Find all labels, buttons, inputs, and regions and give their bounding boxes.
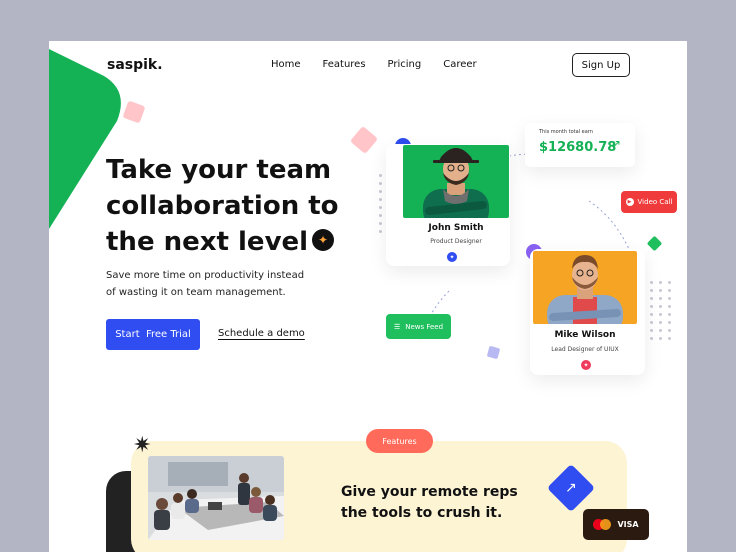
features-title: Give your remote reps the tools to crush… (341, 484, 518, 521)
hero-title-line-3: the next level ✦ (106, 224, 346, 260)
arrow-up-right-icon: ↗ (610, 137, 621, 151)
hero-title-line-2: collaboration to (106, 191, 339, 221)
pink-diamond-decoration (349, 125, 379, 155)
mastercard-icon (593, 519, 612, 530)
person-avatar-john (423, 148, 489, 229)
news-feed-button[interactable]: ☰ News Feed (386, 314, 451, 339)
profile-role-mike: Lead Designer of UIUX (551, 346, 619, 353)
video-call-label: Video Call (637, 198, 673, 206)
signup-button[interactable]: Sign Up (572, 53, 630, 77)
earnings-widget: This month total earn $12680.78 ↗ (525, 123, 635, 167)
payment-card-badge: VISA (583, 509, 649, 540)
profile-photo-john (403, 145, 509, 229)
video-call-button[interactable]: ▶ Video Call (621, 191, 677, 213)
news-feed-label: News Feed (405, 322, 444, 331)
sparkle-star-icon: ✷ (133, 433, 152, 458)
nav-career[interactable]: Career (443, 59, 476, 70)
hero-subtitle: Save more time on productivity instead o… (106, 270, 305, 298)
sparkle-icon: ✦ (312, 228, 335, 251)
profile-badge-mike-icon: ✦ (581, 360, 591, 370)
meeting-photo (148, 456, 284, 540)
hero-title-line-1: Take your team (106, 155, 332, 185)
profile-role-john: Product Designer (430, 238, 482, 245)
person-avatar-mike (547, 255, 623, 335)
profile-photo-mike (533, 251, 637, 335)
hero-title-line-3-text: the next level (106, 227, 309, 257)
meeting-room-image (148, 456, 284, 540)
landing-page: saspik. Home Features Pricing Career Sig… (49, 41, 687, 552)
lavender-square-decoration (486, 345, 501, 360)
profile-name-john: John Smith (428, 223, 484, 233)
nav-pricing[interactable]: Pricing (388, 59, 422, 70)
main-nav: Home Features Pricing Career (271, 59, 477, 70)
play-icon: ▶ (625, 198, 634, 206)
nav-features[interactable]: Features (323, 59, 366, 70)
arrow-up-right-icon: ↗ (565, 479, 577, 496)
list-icon: ☰ (393, 322, 401, 331)
profile-name-mike: Mike Wilson (554, 330, 616, 340)
dots-pattern-right (641, 281, 672, 340)
nav-home[interactable]: Home (271, 59, 301, 70)
profile-badge-john-icon: ✦ (447, 252, 457, 262)
start-free-trial-button[interactable]: Start Free Trial (106, 319, 200, 350)
visa-label: VISA (617, 520, 639, 529)
earnings-amount: $12680.78 (539, 140, 617, 155)
hero-title: Take your team collaboration to the next… (106, 152, 346, 260)
features-pill: Features (366, 429, 433, 453)
brand-logo[interactable]: saspik. (107, 57, 163, 73)
schedule-demo-link[interactable]: Schedule a demo (218, 328, 305, 339)
earnings-label: This month total earn (539, 129, 593, 135)
